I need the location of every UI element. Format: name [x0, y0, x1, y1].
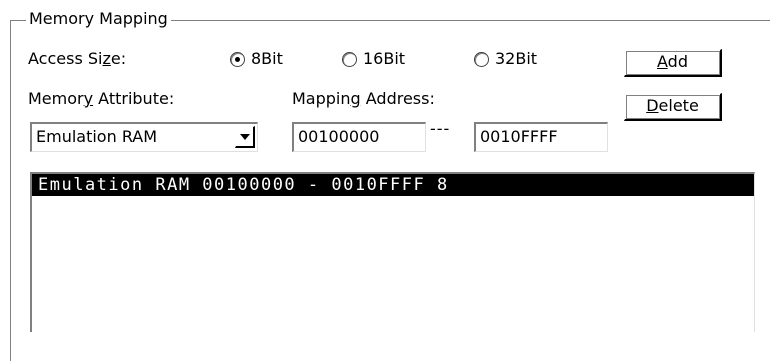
radio-16bit-label: 16Bit	[363, 49, 406, 68]
radio-32bit-indicator[interactable]	[474, 51, 489, 67]
mapping-list[interactable]: Emulation RAM 00100000 - 0010FFFF 8	[30, 172, 755, 332]
memory-attribute-value: Emulation RAM	[36, 127, 158, 146]
memory-attribute-select[interactable]: Emulation RAM	[30, 122, 258, 152]
radio-8bit[interactable]: 8Bit	[230, 49, 283, 69]
access-size-label: Access Size:	[28, 49, 127, 68]
radio-8bit-indicator[interactable]	[230, 51, 245, 67]
mapping-address-label: Mapping Address:	[292, 89, 435, 108]
address-range-separator: ---	[430, 119, 451, 138]
list-item[interactable]: Emulation RAM 00100000 - 0010FFFF 8	[32, 174, 754, 196]
radio-16bit[interactable]: 16Bit	[342, 49, 405, 69]
delete-button[interactable]: Delete	[624, 93, 722, 121]
memory-mapping-group-title: Memory Mapping	[26, 9, 171, 29]
mapping-end-address-input[interactable]: 0010FFFF	[474, 122, 608, 152]
radio-16bit-indicator[interactable]	[342, 51, 357, 67]
radio-8bit-label: 8Bit	[251, 49, 283, 68]
add-button[interactable]: Add	[624, 49, 722, 77]
mapping-start-address-input[interactable]: 00100000	[292, 122, 426, 152]
chevron-down-icon[interactable]	[235, 126, 255, 148]
memory-attribute-label: Memory Attribute:	[28, 89, 175, 108]
radio-32bit[interactable]: 32Bit	[474, 49, 537, 69]
radio-32bit-label: 32Bit	[495, 49, 538, 68]
